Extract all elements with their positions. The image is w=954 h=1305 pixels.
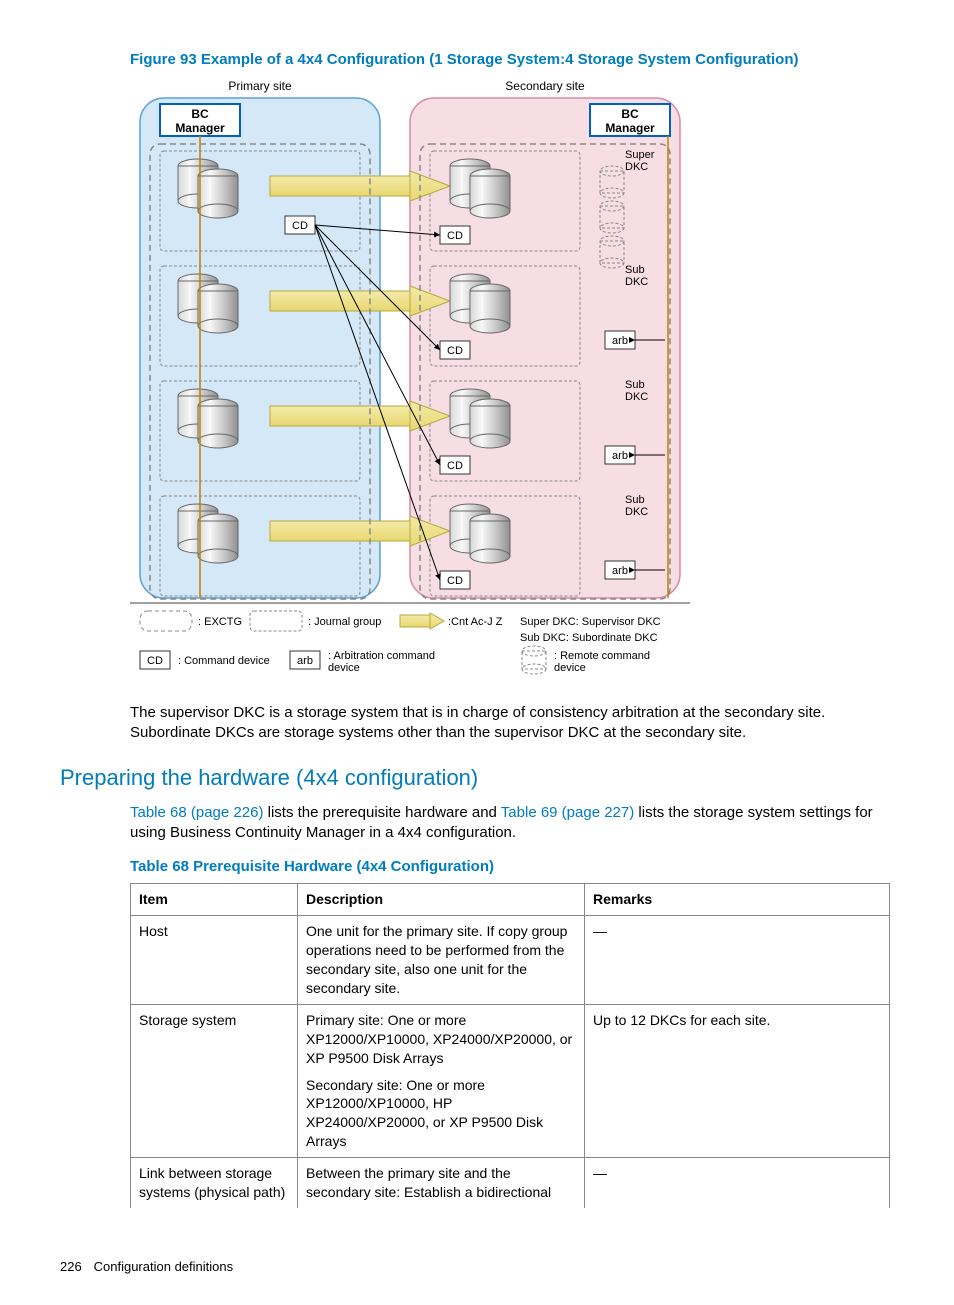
svg-text:BC: BC: [621, 107, 639, 121]
svg-text:CD: CD: [147, 655, 163, 667]
svg-text:: Command device: : Command device: [178, 655, 270, 667]
chapter-title: Configuration definitions: [94, 1259, 233, 1274]
table-caption: Table 68 Prerequisite Hardware (4x4 Conf…: [130, 857, 894, 877]
primary-site-label: Primary site: [228, 79, 292, 93]
figure-diagram: Primary site Secondary site BC Manager B…: [130, 76, 894, 692]
svg-text:arb: arb: [297, 655, 313, 667]
cell-remarks: —: [585, 1158, 890, 1208]
svg-text:: EXCTG: : EXCTG: [198, 616, 242, 628]
th-remarks: Remarks: [585, 884, 890, 916]
para-section: Table 68 (page 226) lists the prerequisi…: [130, 803, 894, 844]
section-heading-preparing-hardware: Preparing the hardware (4x4 configuratio…: [60, 763, 894, 793]
link-table-68[interactable]: Table 68 (page 226): [130, 804, 263, 821]
svg-text:CD: CD: [447, 230, 463, 242]
svg-text:arb: arb: [612, 565, 628, 577]
svg-text:: Arbitration command: : Arbitration command: [328, 650, 435, 662]
svg-text:CD: CD: [447, 345, 463, 357]
cell-remarks: —: [585, 916, 890, 1005]
svg-text:Sub DKC: Subordinate DKC: Sub DKC: Subordinate DKC: [520, 632, 658, 644]
svg-text:arb: arb: [612, 335, 628, 347]
svg-text:Sub: Sub: [625, 494, 645, 506]
cell-description: Between the primary site and the seconda…: [298, 1158, 585, 1208]
th-item: Item: [131, 884, 298, 916]
svg-text:Sub: Sub: [625, 264, 645, 276]
cell-description: Primary site: One or more XP12000/XP1000…: [298, 1004, 585, 1157]
bc-manager-primary: BC Manager: [160, 104, 240, 136]
cell-description: One unit for the primary site. If copy g…: [298, 916, 585, 1005]
table-row: Storage system Primary site: One or more…: [131, 1004, 890, 1157]
svg-text:device: device: [328, 662, 360, 674]
svg-text:DKC: DKC: [625, 391, 648, 403]
svg-text:Sub: Sub: [625, 379, 645, 391]
cell-remarks: Up to 12 DKCs for each site.: [585, 1004, 890, 1157]
svg-text:: Remote command: : Remote command: [554, 650, 650, 662]
cell-item: Storage system: [131, 1004, 298, 1157]
svg-text:CD: CD: [292, 220, 308, 232]
svg-text:Manager: Manager: [175, 121, 225, 135]
secondary-site-label: Secondary site: [505, 79, 585, 93]
table-row: Host One unit for the primary site. If c…: [131, 916, 890, 1005]
th-description: Description: [298, 884, 585, 916]
svg-text:DKC: DKC: [625, 161, 648, 173]
cell-item: Host: [131, 916, 298, 1005]
svg-text:BC: BC: [191, 107, 209, 121]
link-table-69[interactable]: Table 69 (page 227): [501, 804, 634, 821]
cell-item: Link between storage systems (physical p…: [131, 1158, 298, 1208]
svg-text:arb: arb: [612, 450, 628, 462]
svg-text:CD: CD: [447, 460, 463, 472]
svg-text:Manager: Manager: [605, 121, 655, 135]
figure-caption: Figure 93 Example of a 4x4 Configuration…: [130, 50, 894, 70]
svg-text:: Journal group: : Journal group: [308, 616, 381, 628]
table-header-row: Item Description Remarks: [131, 884, 890, 916]
svg-text::Cnt Ac-J Z: :Cnt Ac-J Z: [448, 616, 503, 628]
svg-text:device: device: [554, 662, 586, 674]
svg-text:CD: CD: [447, 575, 463, 587]
svg-text:DKC: DKC: [625, 506, 648, 518]
table-prerequisite-hardware: Item Description Remarks Host One unit f…: [130, 883, 890, 1207]
svg-text:DKC: DKC: [625, 276, 648, 288]
table-row: Link between storage systems (physical p…: [131, 1158, 890, 1208]
svg-text:Super: Super: [625, 149, 655, 161]
svg-text:Super DKC: Supervisor DKC: Super DKC: Supervisor DKC: [520, 616, 661, 628]
para-after-figure: The supervisor DKC is a storage system t…: [130, 703, 894, 744]
bc-manager-secondary: BC Manager: [590, 104, 670, 136]
page-number: 226: [60, 1258, 90, 1276]
page-footer: 226 Configuration definitions: [60, 1258, 894, 1276]
